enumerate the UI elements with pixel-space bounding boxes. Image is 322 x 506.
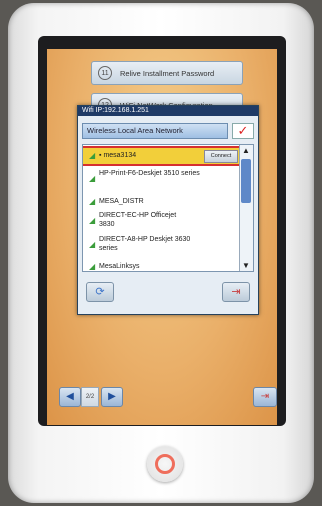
exit-icon: ⇥ [260, 391, 270, 402]
network-ssid: MesaLinksys [99, 263, 140, 270]
home-ring-icon [155, 454, 175, 474]
dialog-exit-button[interactable]: ⇥ [222, 282, 250, 302]
network-row[interactable]: ◢ MESA_DISTR [83, 194, 241, 206]
network-ssid: MESA_DISTR [99, 198, 144, 205]
connect-button[interactable]: Connect [204, 150, 238, 163]
network-list: ◢ ▪ mesa3134 Connect ◢ HP-Print-F6-Deskj… [82, 144, 254, 272]
network-row[interactable]: ◢ DIRECT-A8-HP Deskjet 3630 series [83, 234, 241, 256]
list-scrollbar[interactable]: ▲ ▼ [239, 145, 253, 271]
wifi-enable-checkbox[interactable]: ✓ [232, 123, 254, 139]
network-row-selected[interactable]: ◢ ▪ mesa3134 Connect [83, 146, 243, 166]
prev-page-button[interactable]: ◀ [59, 387, 81, 407]
scrollbar-thumb[interactable] [241, 159, 251, 203]
network-label: Wireless Local Area Network [82, 123, 228, 139]
next-page-button[interactable]: ▶ [101, 387, 123, 407]
left-arrow-icon: ◀ [66, 391, 74, 402]
refresh-button[interactable]: ⟳ [86, 282, 114, 302]
network-header: Wireless Local Area Network ✓ [82, 123, 254, 139]
network-ssid: DIRECT-A8-HP Deskjet 3630 series [99, 236, 191, 252]
wifi-icon: ◢ [89, 151, 96, 160]
refresh-icon: ⟳ [95, 286, 105, 298]
dialog-title: Wifi IP:192.168.1.251 [78, 106, 258, 116]
home-button[interactable] [147, 446, 183, 482]
wifi-icon: ◢ [89, 216, 96, 225]
network-ssid: HP-Print-F6-Deskjet 3510 series [99, 170, 200, 177]
network-ssid-text: mesa3134 [103, 152, 137, 159]
wifi-icon: ◢ [89, 174, 96, 183]
network-row[interactable]: ◢ DIRECT-EC-HP Officejet 3830 [83, 210, 241, 232]
right-arrow-icon: ▶ [108, 391, 116, 402]
page-indicator: 2/2 [81, 387, 99, 407]
network-row[interactable]: ◢ MesaLinksys [83, 259, 241, 271]
wifi-icon: ◢ [89, 262, 96, 271]
exit-icon: ⇥ [231, 286, 241, 298]
scroll-up-icon[interactable]: ▲ [242, 146, 250, 155]
menu-item-relive-password[interactable]: 11 Relive Installment Password [91, 61, 243, 85]
network-ssid: DIRECT-EC-HP Officejet 3830 [99, 212, 177, 228]
menu-item-label: Relive Installment Password [120, 68, 215, 78]
menu-item-number: 11 [98, 66, 112, 80]
wifi-icon: ◢ [89, 197, 96, 206]
exit-button[interactable]: ⇥ [253, 387, 277, 407]
scroll-down-icon[interactable]: ▼ [242, 261, 250, 270]
wifi-icon: ◢ [89, 240, 96, 249]
network-ssid: ▪ mesa3134 [99, 152, 137, 159]
wifi-dialog: Wifi IP:192.168.1.251 Wireless Local Are… [77, 105, 259, 315]
touch-screen: 11 Relive Installment Password 12 WiFi N… [47, 49, 277, 425]
network-row[interactable]: ◢ HP-Print-F6-Deskjet 3510 series [83, 168, 241, 190]
